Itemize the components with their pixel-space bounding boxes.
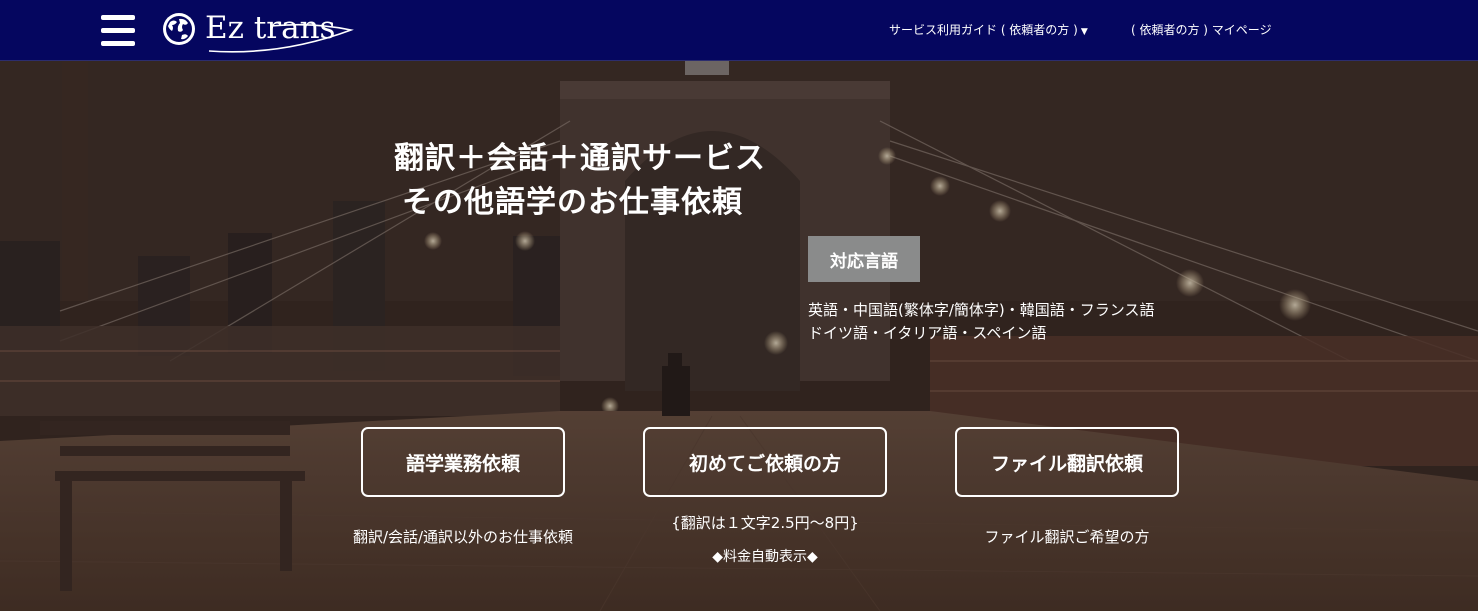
- languages-line2: ドイツ語・イタリア語・スペイン語: [808, 324, 1047, 342]
- first-time-auto-price-caption: ◆料金自動表示◆: [712, 549, 818, 565]
- first-time-request-button[interactable]: 初めてご依頼の方: [643, 427, 887, 497]
- service-guide-label: サービス利用ガイド ( 依頼者の方 ): [889, 23, 1078, 37]
- logo-swoosh-icon: [208, 23, 354, 53]
- chevron-down-icon: ▼: [1080, 27, 1088, 37]
- language-work-request-button[interactable]: 語学業務依頼: [361, 427, 565, 497]
- hero-heading-line2: その他語学のお仕事依頼: [402, 185, 743, 220]
- service-guide-dropdown[interactable]: サービス利用ガイド ( 依頼者の方 ) ▼: [889, 21, 1088, 38]
- supported-languages-list: 英語・中国語(繁体字/簡体字)・韓国語・フランス語 ドイツ語・イタリア語・スペイ…: [808, 299, 1178, 345]
- languages-line1: 英語・中国語(繁体字/簡体字)・韓国語・フランス語: [808, 301, 1155, 319]
- top-navbar: Ez trans サービス利用ガイド ( 依頼者の方 ) ▼ ( 依頼者の方 ) …: [0, 0, 1478, 61]
- site-logo[interactable]: Ez trans: [161, 8, 361, 53]
- hamburger-menu-icon[interactable]: [101, 15, 135, 47]
- file-translation-request-button[interactable]: ファイル翻訳依頼: [955, 427, 1179, 497]
- hero-heading-line1: 翻訳＋会話＋通訳サービス: [394, 141, 766, 176]
- mypage-link[interactable]: ( 依頼者の方 ) マイページ: [1131, 21, 1272, 38]
- supported-languages-badge: 対応言語: [808, 236, 920, 282]
- language-work-caption: 翻訳/会話/通訳以外のお仕事依頼: [352, 528, 574, 546]
- file-translation-caption: ファイル翻訳ご希望の方: [984, 528, 1150, 546]
- hero-section: 翻訳＋会話＋通訳サービス その他語学のお仕事依頼 対応言語 英語・中国語(繁体字…: [0, 61, 1478, 611]
- globe-icon: [163, 13, 195, 45]
- first-time-price-caption: {翻訳は１文字2.5円〜8円}: [671, 514, 859, 532]
